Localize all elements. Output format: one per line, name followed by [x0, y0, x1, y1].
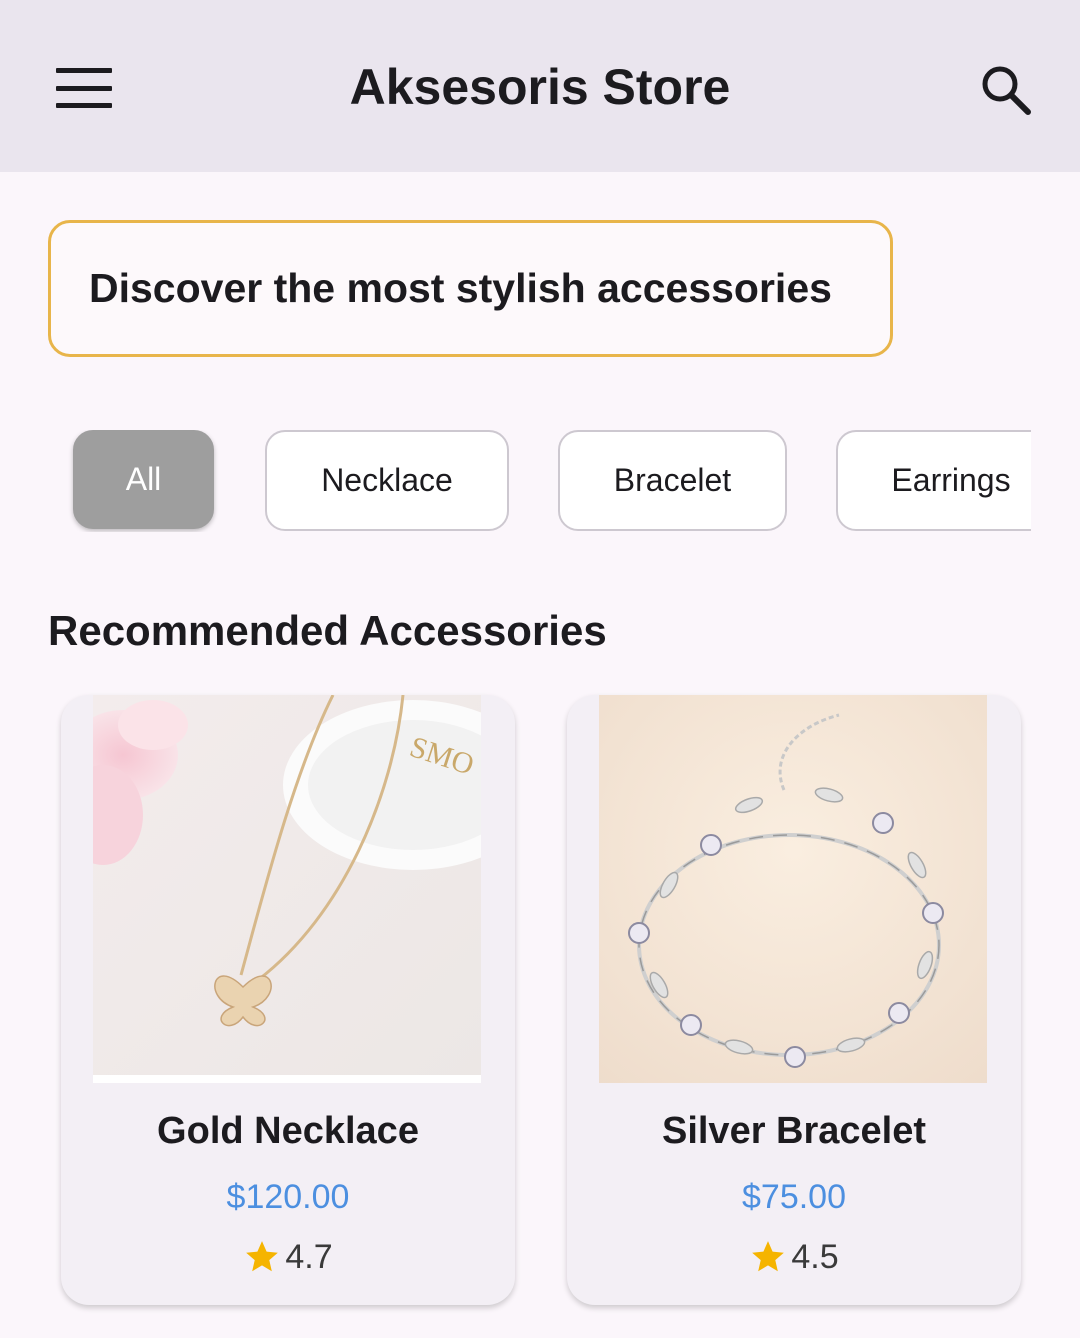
rating-value: 4.7: [285, 1238, 333, 1276]
chip-bracelet[interactable]: Bracelet: [558, 430, 787, 531]
rating-value: 4.5: [791, 1238, 839, 1276]
promo-banner: Discover the most stylish accessories: [48, 220, 893, 357]
product-name: Gold Necklace: [157, 1110, 419, 1152]
chip-earrings[interactable]: Earrings: [836, 430, 1031, 531]
product-rating: 4.5: [567, 1235, 1021, 1279]
silver-bracelet-image: [599, 695, 987, 1083]
page-title: Aksesoris Store: [349, 59, 731, 115]
app-bar: Aksesoris Store: [0, 0, 1080, 172]
chip-all[interactable]: All: [73, 430, 214, 529]
banner-text: Discover the most stylish accessories: [89, 265, 832, 311]
gold-necklace-image: SMO: [93, 695, 481, 1083]
product-rating: 4.7: [61, 1235, 515, 1279]
chip-necklace[interactable]: Necklace: [265, 430, 509, 531]
product-card-gold-necklace[interactable]: SMO Gold Necklace $120.00 4.7: [61, 695, 515, 1305]
product-price: $75.00: [742, 1178, 846, 1216]
star-icon: [246, 1241, 279, 1272]
product-card-silver-bracelet[interactable]: Silver Bracelet $75.00 4.5: [567, 695, 1021, 1305]
category-chips: All Necklace Bracelet Earrings: [0, 430, 1031, 532]
search-button[interactable]: [966, 50, 1046, 130]
section-title: Recommended Accessories: [48, 607, 607, 654]
product-name: Silver Bracelet: [661, 1110, 927, 1152]
star-icon: [752, 1241, 785, 1272]
product-price: $120.00: [226, 1178, 350, 1216]
search-icon: [982, 66, 1031, 115]
